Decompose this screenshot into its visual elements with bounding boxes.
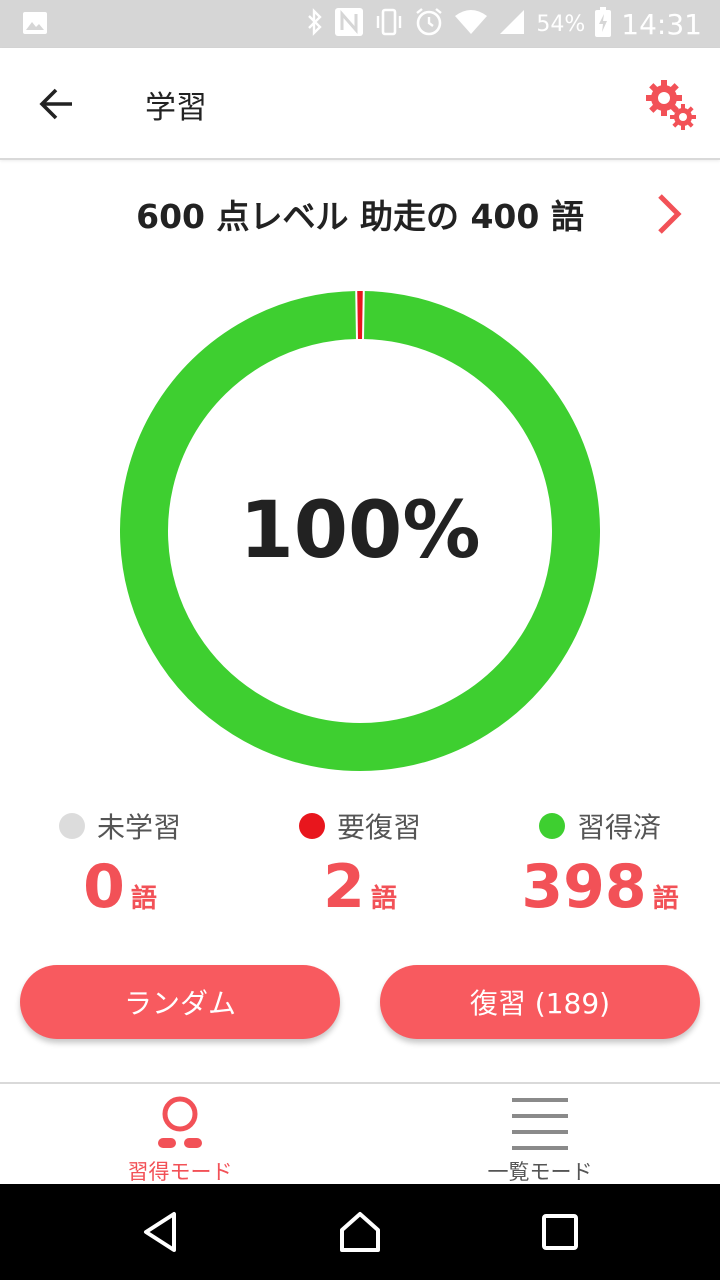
system-nav-bar — [0, 1184, 720, 1280]
gears-icon — [646, 80, 696, 130]
battery-percent: 54% — [536, 11, 586, 37]
battery-charging-icon — [595, 7, 612, 41]
tab-study-mode[interactable]: 習得モード — [0, 1084, 360, 1186]
list-icon — [512, 1098, 568, 1150]
signal-icon — [498, 8, 526, 40]
progress-percent: 100% — [239, 486, 481, 576]
unlearned-dot-icon — [58, 813, 85, 839]
vibrate-icon — [374, 8, 404, 40]
back-button[interactable] — [30, 78, 82, 130]
square-recents-icon — [542, 1214, 578, 1250]
stat-value: 2 — [323, 852, 365, 922]
stat-label: 習得済 — [576, 811, 661, 844]
chevron-right-icon — [658, 194, 682, 234]
stat-mastered: 習得済 398 語 — [480, 800, 720, 930]
arrow-left-icon — [39, 88, 72, 120]
system-home-button[interactable] — [330, 1202, 390, 1262]
stat-label: 未学習 — [96, 811, 181, 844]
nfc-icon — [334, 7, 364, 41]
next-course-button[interactable] — [650, 190, 690, 238]
bottom-nav: 習得モード 一覧モード — [0, 1082, 720, 1184]
home-icon — [340, 1212, 380, 1252]
course-title: 600 点レベル 助走の 400 語 — [136, 197, 584, 236]
stats-legend: 未学習 0 語 要復習 2 語 習得済 398 語 — [0, 800, 720, 930]
bluetooth-icon — [306, 8, 324, 40]
nav-label: 一覧モード — [487, 1160, 593, 1184]
stat-unlearned: 未学習 0 語 — [0, 800, 240, 930]
stat-label: 要復習 — [336, 811, 421, 844]
mastered-dot-icon — [538, 813, 565, 839]
clock: 14:31 — [621, 7, 702, 41]
image-icon — [22, 11, 48, 39]
tab-list-mode[interactable]: 一覧モード — [360, 1084, 720, 1186]
settings-button[interactable] — [644, 78, 698, 132]
system-back-button[interactable] — [130, 1202, 190, 1262]
stat-unit: 語 — [370, 884, 397, 914]
person-icon — [158, 1096, 202, 1148]
page-title: 学習 — [145, 90, 207, 126]
random-button[interactable]: ランダム — [20, 965, 340, 1039]
review-button[interactable]: 復習 (189) — [380, 965, 700, 1039]
app-bar: 学習 — [0, 48, 720, 160]
stat-value: 0 — [83, 852, 125, 922]
triangle-back-icon — [144, 1212, 176, 1252]
system-recents-button[interactable] — [530, 1202, 590, 1262]
alarm-icon — [414, 7, 444, 41]
nav-label: 習得モード — [127, 1160, 233, 1184]
stat-review: 要復習 2 語 — [240, 800, 480, 930]
stat-value: 398 — [521, 852, 647, 922]
stat-unit: 語 — [130, 884, 157, 914]
wifi-icon — [454, 8, 488, 40]
progress-ring: 100% — [120, 291, 600, 771]
review-dot-icon — [298, 813, 325, 839]
status-bar: 54% 14:31 — [0, 0, 720, 48]
stat-unit: 語 — [652, 884, 679, 914]
